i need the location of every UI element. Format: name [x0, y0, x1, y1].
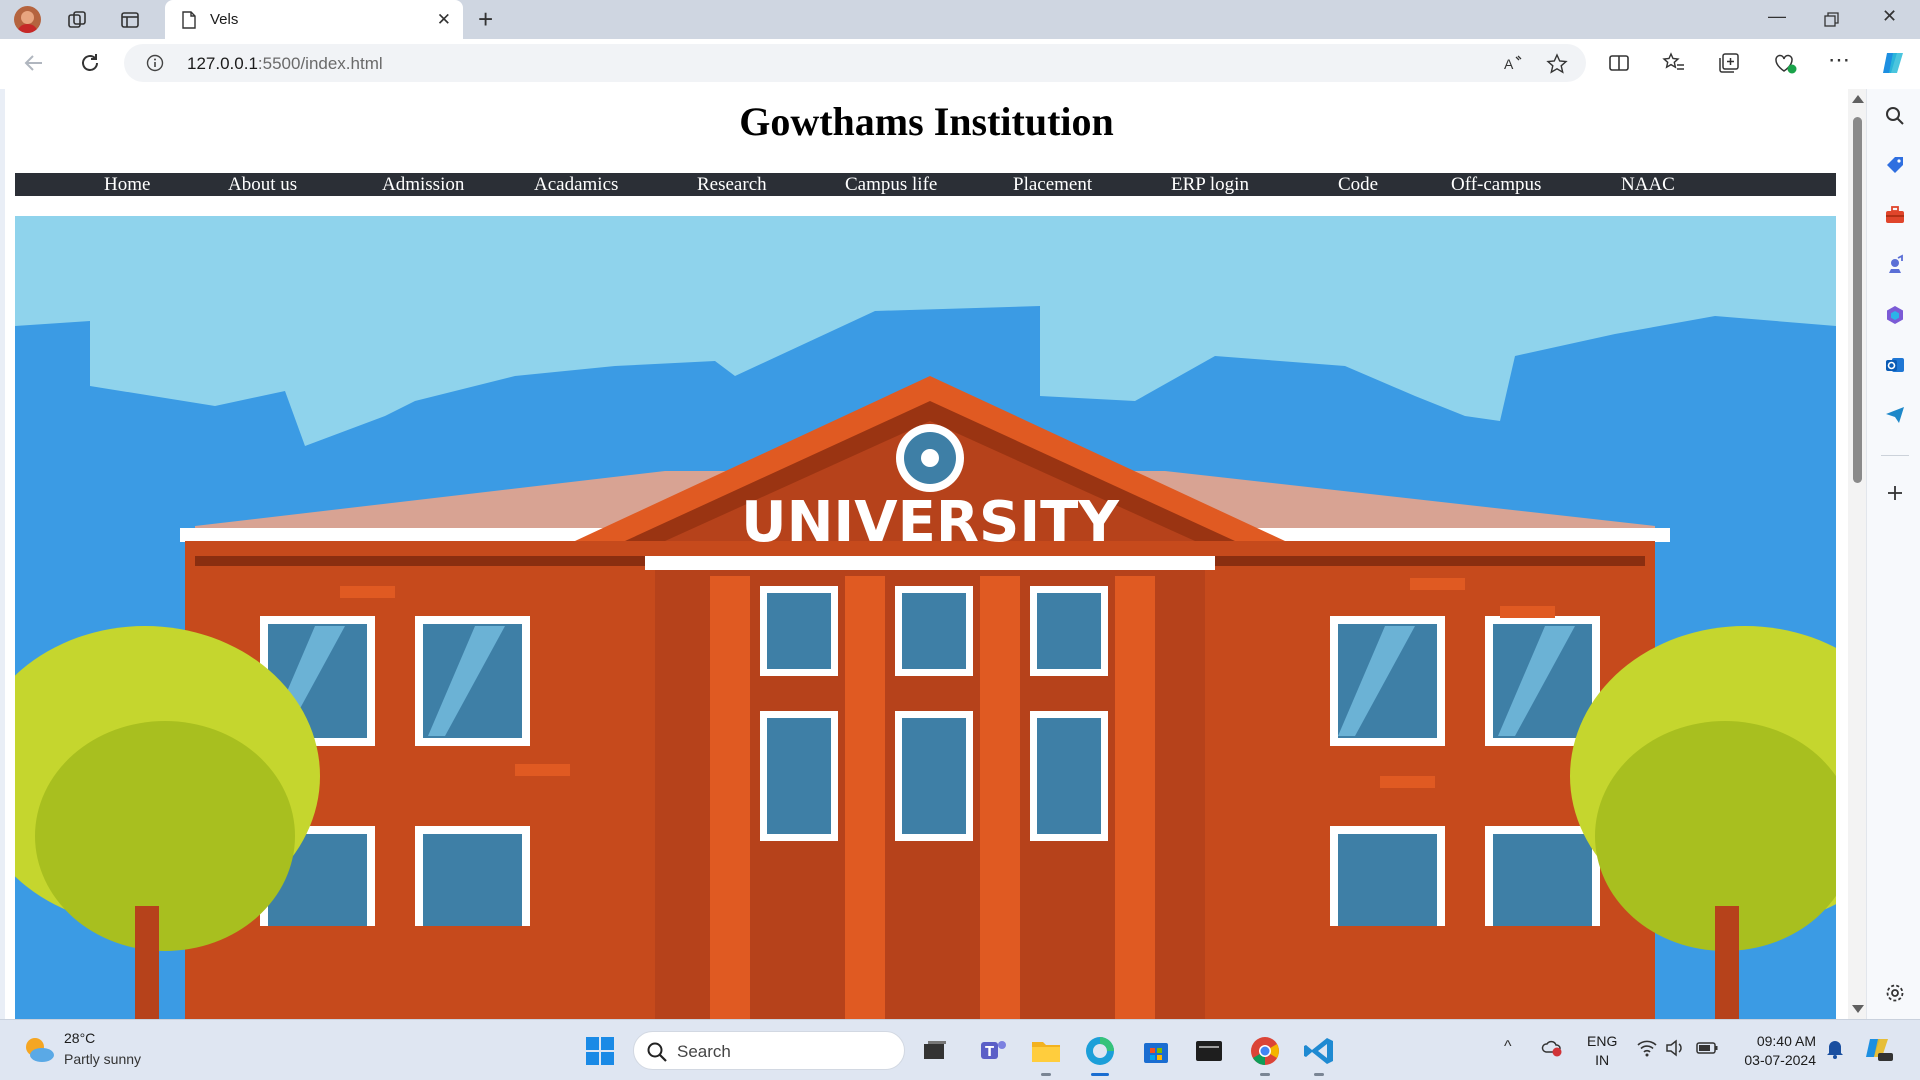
nav-link-research[interactable]: Research [697, 173, 767, 196]
refresh-icon[interactable] [78, 51, 102, 75]
restore-icon[interactable] [1824, 12, 1839, 27]
tab-title: Vels [210, 11, 239, 28]
url-host: 127.0.0.1 [187, 54, 258, 73]
web-page: Gowthams Institution Home About us Admis… [5, 89, 1848, 1019]
search-icon[interactable] [1884, 105, 1906, 127]
page-scrollbar[interactable] [1848, 89, 1866, 1019]
university-sign-text: UNIVERSITY [741, 490, 1120, 555]
svg-text:T: T [985, 1045, 994, 1060]
onedrive-error-icon[interactable] [1541, 1038, 1563, 1058]
nav-link-campus-life[interactable]: Campus life [845, 173, 937, 196]
nav-link-placement[interactable]: Placement [1013, 173, 1092, 196]
page-icon [182, 11, 196, 29]
wifi-icon[interactable] [1636, 1038, 1658, 1058]
send-to-devices-icon[interactable] [1884, 404, 1906, 426]
workspaces-icon[interactable] [65, 8, 89, 32]
windows-start-icon[interactable] [585, 1036, 615, 1066]
profile-avatar[interactable] [14, 6, 41, 33]
volume-icon[interactable] [1664, 1038, 1686, 1058]
read-aloud-icon[interactable]: A [1502, 53, 1524, 75]
shopping-tag-icon[interactable] [1884, 154, 1906, 176]
nav-link-naac[interactable]: NAAC [1621, 173, 1675, 196]
copilot-icon[interactable] [1879, 49, 1907, 77]
scroll-down-arrow-icon[interactable] [1852, 1005, 1864, 1013]
scrollbar-thumb[interactable] [1853, 117, 1862, 483]
url-text[interactable]: 127.0.0.1:5500/index.html [187, 54, 383, 74]
terminal-app-icon[interactable] [1190, 1032, 1228, 1070]
back-icon[interactable] [22, 51, 46, 75]
tab-actions-icon[interactable] [118, 8, 142, 32]
address-bar[interactable]: 127.0.0.1:5500/index.html A [124, 44, 1586, 82]
task-view-icon[interactable] [915, 1032, 953, 1070]
sidebar-divider [1881, 455, 1909, 456]
microsoft-365-icon[interactable] [1884, 304, 1906, 326]
weather-temperature[interactable]: 28°C [64, 1030, 95, 1046]
edge-browser-icon[interactable] [1081, 1032, 1119, 1076]
games-chess-icon[interactable] [1884, 254, 1906, 276]
close-window-icon[interactable]: ✕ [1882, 6, 1897, 27]
copilot-preview-icon[interactable] [1864, 1035, 1894, 1063]
nav-link-erp-login[interactable]: ERP login [1171, 173, 1249, 196]
new-tab-icon[interactable]: + [478, 5, 493, 33]
svg-text:A: A [1504, 56, 1514, 72]
clock-date: 03-07-2024 [1744, 1052, 1816, 1068]
nav-link-acadamics[interactable]: Acadamics [534, 173, 618, 196]
browser-tab-strip: Vels ✕ + — ✕ [0, 0, 1920, 39]
nav-link-code[interactable]: Code [1338, 173, 1378, 196]
vscode-icon[interactable] [1300, 1032, 1338, 1076]
hero-university-illustration: UNIVERSITY [15, 216, 1836, 1019]
region-code: IN [1595, 1052, 1610, 1068]
chrome-icon[interactable] [1246, 1032, 1284, 1076]
edge-sidebar [1866, 89, 1920, 1019]
browser-toolbar: 127.0.0.1:5500/index.html A ⋯ [0, 39, 1920, 89]
site-info-icon[interactable] [146, 54, 164, 72]
microsoft-store-icon[interactable] [1137, 1032, 1175, 1070]
scroll-up-arrow-icon[interactable] [1852, 95, 1864, 103]
windows-taskbar: 28°C Partly sunny Search T ^ ENG IN 09:40… [0, 1019, 1920, 1080]
favorite-star-icon[interactable] [1546, 53, 1568, 75]
taskbar-search-box[interactable]: Search [633, 1031, 905, 1070]
split-screen-icon[interactable] [1607, 51, 1631, 75]
collections-icon[interactable] [1717, 51, 1741, 75]
tools-briefcase-icon[interactable] [1884, 204, 1906, 226]
nav-link-off-campus[interactable]: Off-campus [1451, 173, 1541, 196]
settings-gear-icon[interactable] [1884, 982, 1906, 1004]
nav-link-home[interactable]: Home [104, 173, 150, 196]
tab-vels[interactable]: Vels ✕ [165, 0, 463, 39]
site-navigation: Home About us Admission Acadamics Resear… [15, 173, 1836, 196]
more-options-icon[interactable]: ⋯ [1828, 47, 1850, 73]
search-label: Search [677, 1042, 731, 1061]
minimize-icon[interactable]: — [1768, 6, 1786, 27]
nav-link-about-us[interactable]: About us [228, 173, 297, 196]
tab-close-icon[interactable]: ✕ [437, 10, 451, 30]
file-explorer-icon[interactable] [1027, 1032, 1065, 1076]
show-hidden-icons-icon[interactable]: ^ [1504, 1038, 1512, 1056]
browser-essentials-icon[interactable] [1772, 51, 1798, 75]
outlook-icon[interactable] [1884, 354, 1906, 376]
favorites-icon[interactable] [1662, 51, 1686, 75]
system-clock[interactable]: 09:40 AM 03-07-2024 [1736, 1032, 1816, 1070]
search-icon [647, 1042, 667, 1062]
clock-time: 09:40 AM [1756, 1033, 1816, 1049]
weather-partly-sunny-icon[interactable] [22, 1034, 56, 1066]
battery-icon[interactable] [1695, 1038, 1719, 1058]
input-language[interactable]: ENG IN [1587, 1032, 1617, 1070]
url-path: :5500/index.html [257, 54, 383, 73]
nav-link-admission[interactable]: Admission [382, 173, 464, 196]
language-code: ENG [1587, 1033, 1618, 1049]
notification-bell-icon[interactable] [1825, 1038, 1845, 1060]
weather-description[interactable]: Partly sunny [64, 1051, 141, 1067]
add-icon[interactable] [1884, 482, 1906, 504]
page-title: Gowthams Institution [739, 99, 1114, 144]
teams-icon[interactable]: T [973, 1032, 1011, 1070]
